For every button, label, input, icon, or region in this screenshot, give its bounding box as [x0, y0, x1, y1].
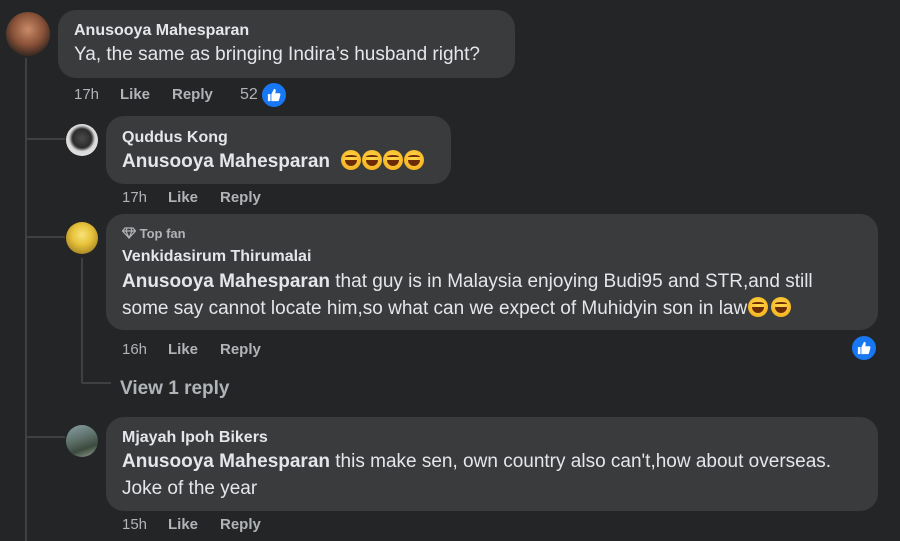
reaction-count[interactable]: 52: [240, 86, 258, 104]
thread-branch-view-replies: [81, 382, 111, 384]
comment-bubble: Top fan Venkidasirum Thirumalai Anusooya…: [106, 214, 878, 330]
thumbs-up-icon[interactable]: [260, 81, 288, 109]
comment-text-line2: some say cannot locate him,so what can w…: [122, 298, 748, 319]
comment-text: Anusooya Mahesparan: [122, 148, 425, 175]
comment-time[interactable]: 17h: [74, 86, 99, 103]
thread-branch-3: [25, 436, 65, 438]
emoji-icon: [771, 297, 792, 317]
thread-branch-1: [25, 138, 65, 140]
mention-link[interactable]: Anusooya Mahesparan: [122, 451, 330, 472]
mention-link[interactable]: Anusooya Mahesparan: [122, 151, 330, 172]
avatar[interactable]: [66, 222, 98, 254]
thread-branch-2: [25, 236, 65, 238]
avatar[interactable]: [66, 425, 98, 457]
reply-button[interactable]: Reply: [220, 341, 261, 358]
like-button[interactable]: Like: [168, 189, 198, 206]
like-button[interactable]: Like: [168, 341, 198, 358]
comment-author[interactable]: Quddus Kong: [122, 129, 228, 147]
mention-link[interactable]: Anusooya Mahesparan: [122, 271, 330, 292]
thread-line-main: [25, 58, 27, 541]
diamond-icon: [121, 227, 137, 240]
emoji-icon: [404, 150, 425, 170]
emoji-icon: [362, 150, 383, 170]
comment-text: Anusooya Mahesparan this make sen, own c…: [122, 448, 831, 502]
like-button[interactable]: Like: [120, 86, 150, 103]
comment-text-line2: Joke of the year: [122, 478, 258, 499]
comment-text-line1: that guy is in Malaysia enjoying Budi95 …: [330, 271, 813, 292]
comment-author[interactable]: Mjayah Ipoh Bikers: [122, 429, 268, 447]
comment-time[interactable]: 15h: [122, 516, 147, 533]
emoji-icon: [341, 150, 362, 170]
avatar[interactable]: [66, 124, 98, 156]
thread-line-replies: [81, 258, 83, 382]
reply-button[interactable]: Reply: [172, 86, 213, 103]
top-fan-badge: Top fan: [121, 226, 186, 241]
emoji-icon: [383, 150, 404, 170]
reply-button[interactable]: Reply: [220, 516, 261, 533]
comment-meta: 17h: [74, 86, 99, 103]
comment-text-line1: this make sen, own country also can't,ho…: [330, 451, 832, 472]
comment-text: Ya, the same as bringing Indira’s husban…: [74, 44, 480, 65]
comment-author[interactable]: Venkidasirum Thirumalai: [122, 248, 311, 266]
comment-bubble: Quddus Kong Anusooya Mahesparan: [106, 116, 451, 184]
avatar[interactable]: [6, 12, 50, 56]
comment-bubble: Anusooya Mahesparan Ya, the same as brin…: [58, 10, 515, 78]
emoji-icon: [748, 297, 769, 317]
comment-bubble: Mjayah Ipoh Bikers Anusooya Mahesparan t…: [106, 417, 878, 511]
comment-author[interactable]: Anusooya Mahesparan: [74, 22, 249, 40]
comment-time[interactable]: 16h: [122, 341, 147, 358]
like-button[interactable]: Like: [168, 516, 198, 533]
thumbs-up-icon[interactable]: [850, 334, 878, 362]
comment-text: Anusooya Mahesparan that guy is in Malay…: [122, 268, 813, 322]
view-replies-link[interactable]: View 1 reply: [120, 378, 230, 400]
reply-button[interactable]: Reply: [220, 189, 261, 206]
comment-time[interactable]: 17h: [122, 189, 147, 206]
top-fan-label: Top fan: [139, 226, 186, 241]
